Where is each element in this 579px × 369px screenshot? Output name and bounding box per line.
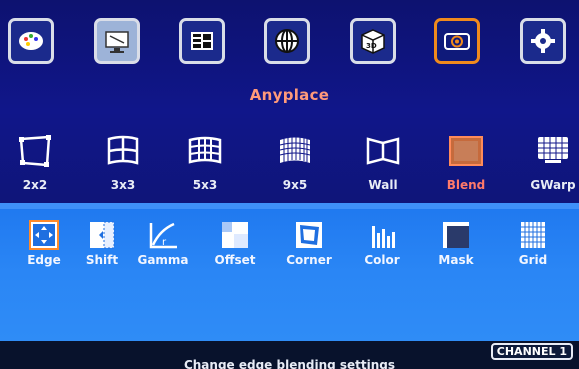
mode-label: 3x3 <box>110 178 136 192</box>
layout-icon[interactable] <box>179 18 225 64</box>
function-label: Color <box>364 253 400 267</box>
blend-icon <box>449 136 483 166</box>
function-label: Shift <box>85 253 119 267</box>
globe-icon[interactable] <box>264 18 310 64</box>
function-gamma[interactable]: r Gamma <box>133 220 193 267</box>
grid-3x3-icon <box>107 135 139 165</box>
mode-label: GWarp <box>530 178 576 192</box>
gamma-icon: r <box>149 222 177 249</box>
mode-label: 2x2 <box>22 178 48 192</box>
top-menu: 3D <box>0 12 579 90</box>
offset-icon <box>222 222 248 248</box>
wall-icon <box>366 137 400 165</box>
function-label: Gamma <box>137 253 189 267</box>
gear-icon[interactable] <box>520 18 566 64</box>
function-label: Corner <box>286 253 332 267</box>
gwarp-icon <box>538 137 568 163</box>
grid-5x3-icon <box>188 136 222 164</box>
corner-icon <box>296 222 322 248</box>
function-mask[interactable]: Mask <box>426 220 486 267</box>
function-color[interactable]: Color <box>352 220 412 267</box>
projector-icon[interactable] <box>434 18 480 64</box>
function-label: Edge <box>27 253 61 267</box>
function-label: Grid <box>518 253 548 267</box>
mode-label: 5x3 <box>192 178 218 192</box>
mode-gwarp[interactable]: GWarp <box>526 133 579 195</box>
panel-highlight <box>0 203 579 209</box>
color-icon <box>372 226 395 248</box>
mode-blend[interactable]: Blend <box>439 133 493 195</box>
function-label: Mask <box>438 253 474 267</box>
status-message: Change edge blending settings <box>183 358 396 369</box>
menu-title: Anyplace <box>249 86 330 104</box>
palette-icon[interactable] <box>8 18 54 64</box>
channel-badge: CHANNEL 1 <box>490 343 573 360</box>
svg-text:3D: 3D <box>366 42 377 50</box>
shift-icon <box>90 221 115 249</box>
osd-screen: 3D Anyplace 2x2 3x3 5x3 9x5 Wall Blend G… <box>0 0 579 369</box>
edge-icon <box>29 220 59 250</box>
function-edge[interactable]: Edge <box>14 220 74 267</box>
mode-wall[interactable]: Wall <box>356 133 410 195</box>
function-corner[interactable]: Corner <box>279 220 339 267</box>
function-label: Offset <box>214 253 256 267</box>
mode-label: Wall <box>368 178 398 192</box>
warp-2x2-icon <box>19 135 51 167</box>
function-grid[interactable]: Grid <box>503 220 563 267</box>
grid-9x5-icon <box>279 137 311 163</box>
function-offset[interactable]: Offset <box>205 220 265 267</box>
mode-2x2[interactable]: 2x2 <box>8 133 62 195</box>
mask-icon <box>443 222 469 248</box>
function-shift[interactable]: Shift <box>72 220 132 267</box>
mode-9x5[interactable]: 9x5 <box>268 133 322 195</box>
mode-5x3[interactable]: 5x3 <box>178 133 232 195</box>
grid-icon <box>521 222 545 248</box>
mode-3x3[interactable]: 3x3 <box>96 133 150 195</box>
mode-label: Blend <box>446 178 486 192</box>
cube-icon[interactable]: 3D <box>350 18 396 64</box>
monitor-icon[interactable] <box>94 18 140 64</box>
mode-label: 9x5 <box>282 178 308 192</box>
